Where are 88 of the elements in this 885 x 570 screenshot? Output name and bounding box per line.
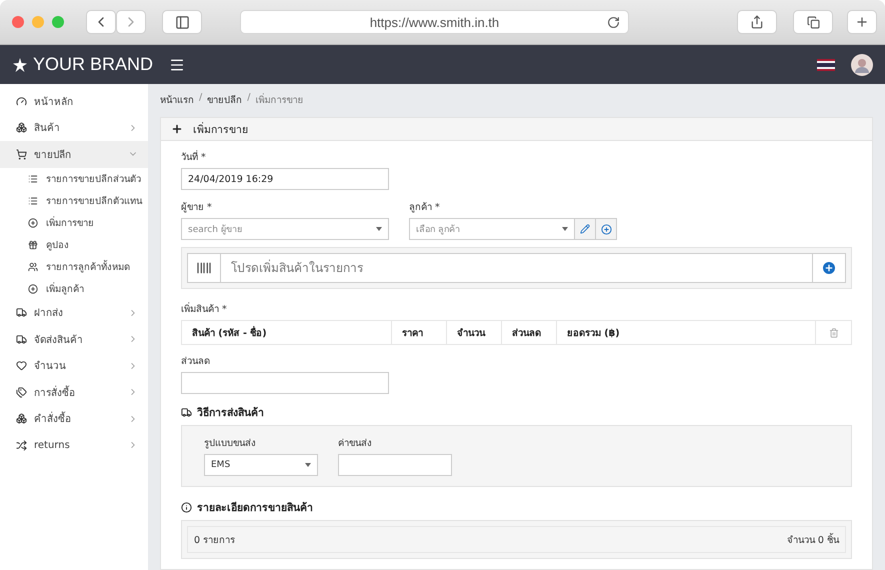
shipping-method-select[interactable]: EMS [204,454,318,476]
caret-down-icon [376,227,382,231]
caret-down-icon [562,227,568,231]
brand-name: YOUR BRAND [33,54,154,75]
pencil-icon [580,224,590,234]
minimize-dot[interactable] [32,16,44,28]
info-icon [181,502,192,513]
customer-select[interactable]: เลือก ลูกค้า [409,218,575,240]
submenu-item[interactable]: รายการขายปลีกส่วนตัว [0,168,148,190]
section-title: วิธีการส่งสินค้า [197,406,264,421]
submenu-item-icon [28,174,38,184]
submenu-item[interactable]: เพิ่มการขาย [0,212,148,234]
address-bar[interactable]: https://www.smith.in.th [240,10,629,34]
submenu-item-icon [28,196,38,206]
menu-item-icon [16,334,27,345]
item-count: 0 รายการ [194,534,236,547]
menu-item-icon [16,96,27,107]
field-label: ลูกค้า * [409,201,441,214]
sidebar-item[interactable]: หน้าหลัก [0,88,148,114]
date-field[interactable]: 24/04/2019 16:29 [181,168,389,190]
menu-icon[interactable] [169,56,186,72]
submenu-item-icon [28,262,38,272]
close-dot[interactable] [12,16,24,28]
plus-icon [171,123,183,135]
sidebar-item[interactable]: จำนวน [0,352,148,379]
column-header: ส่วนลด [502,321,557,344]
sidebar-icon [174,14,190,30]
column-header: จำนวน [447,321,502,344]
submenu-item-icon [28,240,38,250]
breadcrumb-separator: / [199,92,202,105]
field-label: เพิ่มสินค้า * [181,301,228,316]
quantity-total: จำนวน 0 ชิ้น [786,532,839,547]
submenu-item[interactable]: รายการขายปลีกตัวแทน [0,190,148,212]
share-icon [750,15,764,29]
new-tab-button[interactable] [847,10,877,34]
menu-item-icon [16,413,27,424]
sidebar-item[interactable]: ขายปลีก [0,141,148,168]
share-button[interactable] [737,10,777,34]
truck-icon [181,407,192,418]
maximize-dot[interactable] [52,16,64,28]
breadcrumb-link[interactable]: ขายปลีก [207,92,242,107]
seller-select[interactable]: search ผู้ขาย [181,218,389,240]
field-label: ผู้ขาย * [181,201,213,214]
menu-item-icon [16,386,27,398]
column-header: ราคา [392,321,447,344]
column-header: ยอดรวม (฿) [557,321,816,344]
field-label: รูปแบบขนส่ง [204,437,257,450]
submenu-item[interactable]: รายการลูกค้าทั้งหมด [0,256,148,278]
product-search-field[interactable]: โปรดเพิ่มสินค้าในรายการ [187,253,846,283]
field-label: ค่าขนส่ง [338,437,373,450]
submenu-item-icon [28,218,38,228]
menu-item-icon [16,148,27,160]
discount-field[interactable] [181,372,389,394]
menu-item-icon [16,307,27,318]
plus-icon [855,15,869,29]
shipping-cost-field[interactable] [338,454,452,476]
add-button[interactable] [595,218,617,240]
plus-circle-icon [600,224,612,234]
field-label: วันที่ * [181,149,207,164]
menu-item-icon [16,122,27,134]
breadcrumb-link[interactable]: หน้าแรก [160,92,194,107]
sidebar-item[interactable]: การสั่งซื้อ [0,379,148,406]
tabs-button[interactable] [793,10,833,34]
thai-flag-icon[interactable] [817,58,835,70]
barcode-icon [196,260,212,276]
submenu-item[interactable]: เพิ่มลูกค้า [0,278,148,300]
sidebar-item[interactable]: returns [0,432,148,458]
breadcrumb-separator: / [247,92,250,105]
menu-item-icon [16,360,27,372]
edit-button[interactable] [574,218,596,240]
sidebar-item[interactable]: ฝากส่ง [0,300,148,326]
breadcrumb-link[interactable]: เพิ่มการขาย [255,92,304,107]
add-icon[interactable] [821,260,837,276]
caret-down-icon [305,463,311,467]
tabs-icon [806,16,820,28]
avatar-icon[interactable] [851,54,873,76]
sidebar-item[interactable]: จัดส่งสินค้า [0,326,148,352]
column-header: สินค้า (รหัส - ชื่อ) [182,321,392,344]
sidebar-toggle-button[interactable] [162,10,202,34]
submenu-item[interactable]: คูปอง [0,234,148,256]
panel-title: เพิ่มการขาย [193,121,248,138]
field-label: ส่วนลด [181,355,211,368]
reload-icon[interactable] [607,16,620,28]
sidebar-item[interactable]: คำสั่งซื้อ [0,406,148,432]
sidebar-item[interactable]: สินค้า [0,114,148,141]
section-title: รายละเอียดการขายสินค้า [197,500,313,516]
menu-item-icon [16,440,27,451]
submenu-item-icon [28,284,38,294]
